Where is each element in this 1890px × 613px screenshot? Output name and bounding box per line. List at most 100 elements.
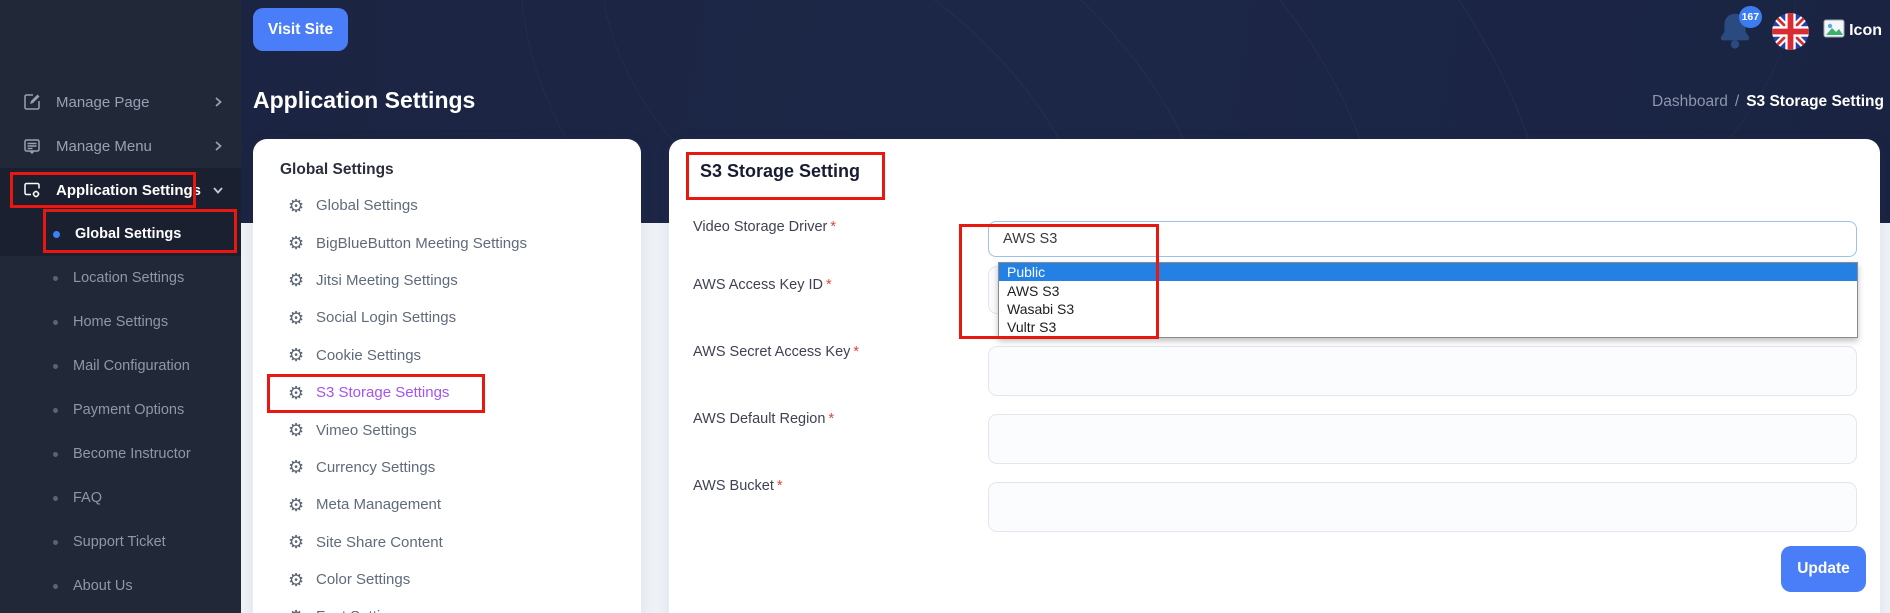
chevron-down-icon [211, 183, 225, 197]
dropdown-option-public[interactable]: Public [999, 263, 1857, 281]
settings-nav-item-global-settings[interactable]: ⚙ Global Settings [253, 187, 641, 224]
gear-icon: ⚙ [288, 384, 314, 402]
site-logo-button[interactable]: Icon [1823, 19, 1882, 43]
bullet-icon [53, 276, 58, 281]
sidebar-subitem-label: Become Instructor [73, 446, 191, 462]
settings-nav-item-site-share[interactable]: ⚙ Site Share Content [253, 524, 641, 561]
settings-nav-item-currency[interactable]: ⚙ Currency Settings [253, 449, 641, 486]
sidebar-item-label: Manage Menu [56, 138, 152, 155]
settings-nav-label: Vimeo Settings [316, 422, 417, 439]
page-title: Application Settings [253, 87, 475, 114]
settings-nav-card: Global Settings ⚙ Global Settings ⚙ BigB… [253, 139, 641, 613]
notification-count-badge: 167 [1739, 6, 1763, 28]
chevron-right-icon [211, 139, 225, 153]
settings-nav-label: Global Settings [316, 197, 418, 214]
settings-nav-title: Global Settings [253, 139, 641, 187]
sidebar-subitem-faq[interactable]: FAQ [0, 476, 241, 520]
sidebar-item-label: Manage Page [56, 94, 149, 111]
breadcrumb-current: S3 Storage Setting [1746, 93, 1884, 110]
notifications-button[interactable]: 167 [1712, 8, 1758, 54]
sidebar-subitem-label: FAQ [73, 490, 102, 506]
language-flag-button[interactable] [1772, 13, 1809, 50]
aws-default-region-input[interactable] [988, 414, 1857, 464]
bullet-icon [53, 408, 58, 413]
sidebar-subitem-home-settings[interactable]: Home Settings [0, 300, 241, 344]
sidebar: Manage Page Manage Menu [0, 0, 241, 613]
sidebar-subitem-label: Payment Options [73, 402, 184, 418]
gear-icon: ⚙ [288, 458, 314, 476]
menu-list-icon [22, 136, 42, 156]
dropdown-option-wasabi-s3[interactable]: Wasabi S3 [999, 300, 1857, 318]
sidebar-subitem-label: Support Ticket [73, 534, 166, 550]
settings-nav-item-s3-storage[interactable]: ⚙ S3 Storage Settings [253, 374, 641, 411]
aws-bucket-input[interactable] [988, 482, 1857, 532]
field-label-video-storage-driver: Video Storage Driver* [693, 219, 836, 235]
gear-icon: ⚙ [288, 234, 314, 252]
video-storage-driver-select[interactable]: AWS S3 [988, 221, 1857, 257]
sidebar-subitem-payment-options[interactable]: Payment Options [0, 388, 241, 432]
form-title: S3 Storage Setting [700, 161, 860, 182]
visit-site-button[interactable]: Visit Site [253, 8, 348, 51]
aws-secret-access-key-input[interactable] [988, 346, 1857, 396]
required-marker: * [830, 219, 836, 235]
field-label-aws-default-region: AWS Default Region* [693, 411, 834, 427]
gear-icon: ⚙ [288, 571, 314, 589]
required-marker: * [828, 411, 834, 427]
sidebar-subitem-label: Global Settings [75, 226, 181, 242]
dropdown-option-vultr-s3[interactable]: Vultr S3 [999, 318, 1857, 336]
sidebar-subitem-label: Home Settings [73, 314, 168, 330]
sidebar-subitem-about-us[interactable]: About Us [0, 564, 241, 608]
gear-icon: ⚙ [288, 608, 314, 613]
topbar-icons: 167 [1712, 6, 1882, 56]
settings-nav-item-font[interactable]: ⚙ Font Settings [253, 598, 641, 613]
bullet-icon [53, 231, 60, 238]
edit-page-icon [22, 92, 42, 112]
bullet-icon [53, 320, 58, 325]
uk-flag-icon [1772, 37, 1809, 50]
gear-icon: ⚙ [288, 421, 314, 439]
required-marker: * [853, 344, 859, 360]
settings-nav-label: Cookie Settings [316, 347, 421, 364]
sidebar-subitem-become-instructor[interactable]: Become Instructor [0, 432, 241, 476]
sidebar-item-label: Application Settings [56, 182, 201, 199]
settings-nav-item-meta[interactable]: ⚙ Meta Management [253, 486, 641, 523]
broken-image-alt-text: Icon [1849, 22, 1882, 40]
storage-driver-dropdown: Public AWS S3 Wasabi S3 Vultr S3 [998, 262, 1858, 338]
breadcrumb-dashboard-link[interactable]: Dashboard [1652, 93, 1728, 110]
bullet-icon [53, 584, 58, 589]
bullet-icon [53, 452, 58, 457]
bullet-icon [53, 540, 58, 545]
update-button[interactable]: Update [1781, 546, 1866, 592]
sidebar-subitem-location-settings[interactable]: Location Settings [0, 256, 241, 300]
sidebar-subitem-support-ticket[interactable]: Support Ticket [0, 520, 241, 564]
settings-nav-item-jitsi[interactable]: ⚙ Jitsi Meeting Settings [253, 262, 641, 299]
settings-nav-item-cookie[interactable]: ⚙ Cookie Settings [253, 337, 641, 374]
settings-nav-label: Meta Management [316, 496, 441, 513]
settings-nav-label: Social Login Settings [316, 309, 456, 326]
settings-nav-item-vimeo[interactable]: ⚙ Vimeo Settings [253, 411, 641, 448]
sidebar-item-application-settings[interactable]: Application Settings [0, 168, 241, 212]
bullet-icon [53, 364, 58, 369]
settings-nav-item-color[interactable]: ⚙ Color Settings [253, 561, 641, 598]
required-marker: * [826, 277, 832, 293]
settings-nav-item-bigbluebutton[interactable]: ⚙ BigBlueButton Meeting Settings [253, 224, 641, 261]
gear-icon: ⚙ [288, 309, 314, 327]
gear-icon: ⚙ [288, 533, 314, 551]
app-settings-icon [22, 180, 42, 200]
breadcrumb-separator: / [1735, 93, 1739, 110]
settings-nav-label: BigBlueButton Meeting Settings [316, 235, 527, 252]
gear-icon: ⚙ [288, 197, 314, 215]
sidebar-subitem-global-settings[interactable]: Global Settings [0, 212, 241, 256]
gear-icon: ⚙ [288, 346, 314, 364]
s3-form-card: S3 Storage Setting Video Storage Driver*… [669, 139, 1880, 613]
settings-nav-item-social-login[interactable]: ⚙ Social Login Settings [253, 299, 641, 336]
sidebar-item-manage-menu[interactable]: Manage Menu [0, 124, 241, 168]
breadcrumb: Dashboard / S3 Storage Setting [1652, 93, 1884, 111]
dropdown-option-aws-s3[interactable]: AWS S3 [999, 281, 1857, 299]
sidebar-subitem-label: Mail Configuration [73, 358, 190, 374]
field-label-aws-access-key-id: AWS Access Key ID* [693, 277, 832, 293]
sidebar-item-manage-page[interactable]: Manage Page [0, 80, 241, 124]
gear-icon: ⚙ [288, 271, 314, 289]
sidebar-subitem-mail-configuration[interactable]: Mail Configuration [0, 344, 241, 388]
settings-nav-label: Site Share Content [316, 534, 443, 551]
